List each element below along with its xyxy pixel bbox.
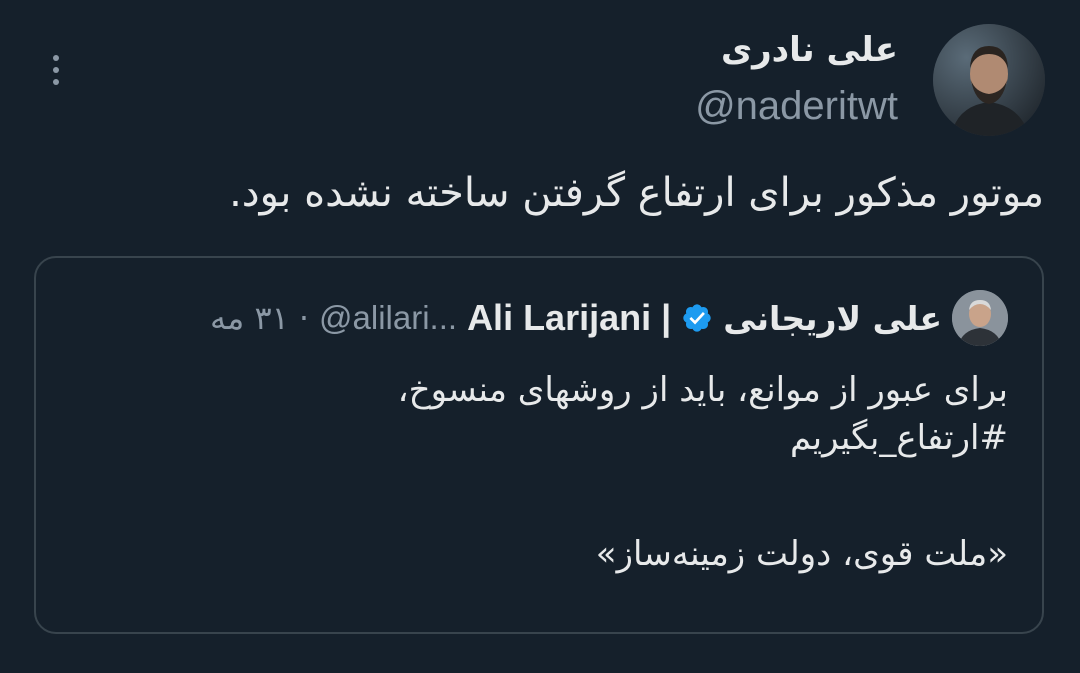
quoted-tweet-line: «ملت قوی، دولت زمینه‌ساز» (595, 534, 1008, 574)
quoted-author-name[interactable]: علی لاریجانی (723, 299, 942, 338)
quoted-author-handle[interactable]: @alilari... (319, 299, 457, 337)
quoted-tweet-hashtag[interactable]: #ارتفاع_بگیریم (398, 414, 1008, 462)
author-display-name[interactable]: علی نادری (721, 30, 898, 70)
quoted-author-avatar[interactable] (952, 290, 1008, 346)
quoted-tweet-spacer (398, 462, 1008, 530)
quoted-author-avatar-image (952, 290, 1008, 346)
quoted-tweet-body: برای عبور از موانع، باید از روشهای منسوخ… (398, 366, 1008, 578)
author-handle[interactable]: @naderitwt (695, 84, 898, 129)
tweet-text: موتور مذکور برای ارتفاع گرفتن ساخته نشده… (229, 170, 1044, 216)
more-options-icon[interactable] (40, 50, 72, 90)
author-avatar-image (933, 24, 1045, 136)
quoted-separator: · (298, 299, 310, 337)
quoted-tweet-line: برای عبور از موانع، باید از روشهای منسوخ… (397, 370, 1008, 410)
quoted-tweet-header: علی لاریجانی Ali Larijani | @alilari... … (210, 288, 1008, 348)
quoted-tweet-date[interactable]: ۳۱ مه (210, 299, 289, 337)
verified-badge-icon (683, 304, 711, 332)
more-options-dot (53, 67, 59, 73)
author-avatar[interactable] (933, 24, 1045, 136)
quoted-author-name-latin[interactable]: Ali Larijani | (467, 297, 671, 339)
more-options-dot (53, 55, 59, 61)
quoted-tweet-card[interactable]: علی لاریجانی Ali Larijani | @alilari... … (34, 256, 1044, 634)
more-options-dot (53, 79, 59, 85)
